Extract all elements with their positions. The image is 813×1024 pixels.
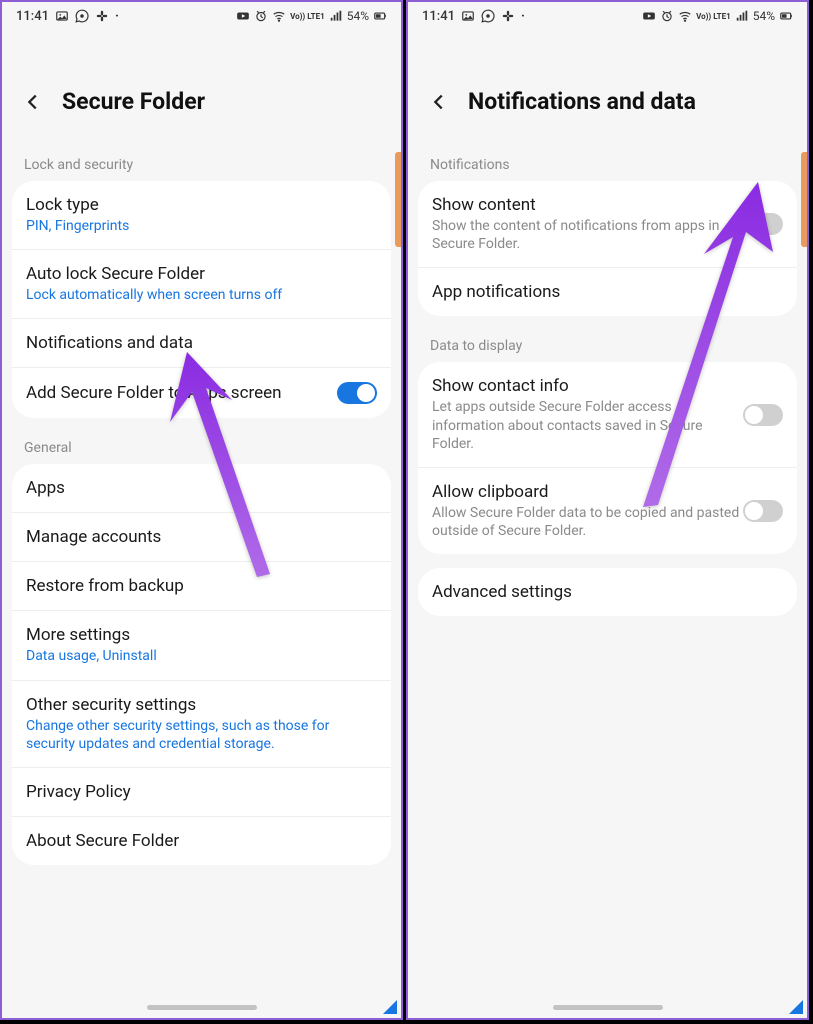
section-notifications: Notifications — [408, 115, 807, 181]
row-show-content[interactable]: Show content Show the content of notific… — [418, 181, 797, 268]
row-advanced-settings[interactable]: Advanced settings — [418, 568, 797, 616]
row-add-apps-screen[interactable]: Add Secure Folder to Apps screen — [12, 368, 391, 418]
page-title: Notifications and data — [468, 88, 696, 115]
battery-text: 54% — [753, 9, 775, 23]
corner-flag-icon — [789, 1000, 803, 1014]
phone-right: 11:41 · Vo)) LTE1 54% Notifications — [406, 0, 809, 1020]
signal-icon — [329, 9, 343, 23]
row-apps[interactable]: Apps — [12, 464, 391, 513]
manage-title: Manage accounts — [26, 527, 377, 547]
other-sub: Change other security settings, such as … — [26, 717, 377, 753]
edge-panel-handle[interactable] — [395, 152, 401, 247]
contact-title: Show contact info — [432, 376, 743, 396]
row-auto-lock[interactable]: Auto lock Secure Folder Lock automatical… — [12, 250, 391, 319]
page-header: Notifications and data — [408, 30, 807, 115]
card-general: Apps Manage accounts Restore from backup… — [12, 464, 391, 865]
status-bar: 11:41 · Vo)) LTE1 54% — [2, 2, 401, 30]
status-time: 11:41 — [16, 9, 49, 24]
wifi-icon — [678, 9, 692, 23]
about-title: About Secure Folder — [26, 831, 377, 851]
section-lock-security: Lock and security — [2, 115, 401, 181]
row-allow-clipboard[interactable]: Allow clipboard Allow Secure Folder data… — [418, 468, 797, 554]
battery-icon — [373, 9, 387, 23]
wifi-icon — [272, 9, 286, 23]
row-more-settings[interactable]: More settings Data usage, Uninstall — [12, 611, 391, 680]
battery-text: 54% — [347, 9, 369, 23]
row-app-notifications[interactable]: App notifications — [418, 268, 797, 316]
show-content-sub: Show the content of notifications from a… — [432, 217, 743, 253]
clipboard-title: Allow clipboard — [432, 482, 743, 502]
picture-icon — [55, 9, 69, 23]
show-content-toggle[interactable] — [743, 213, 783, 235]
section-data-display: Data to display — [408, 316, 807, 362]
card-data-display: Show contact info Let apps outside Secur… — [418, 362, 797, 554]
more-dot-icon: · — [521, 9, 525, 24]
clipboard-sub: Allow Secure Folder data to be copied an… — [432, 504, 743, 540]
card-lock-security: Lock type PIN, Fingerprints Auto lock Se… — [12, 181, 391, 418]
row-other-security[interactable]: Other security settings Change other sec… — [12, 681, 391, 768]
slack-icon — [95, 9, 109, 23]
row-lock-type[interactable]: Lock type PIN, Fingerprints — [12, 181, 391, 250]
card-notifications: Show content Show the content of notific… — [418, 181, 797, 316]
row-restore-backup[interactable]: Restore from backup — [12, 562, 391, 611]
contact-toggle[interactable] — [743, 404, 783, 426]
app-notif-title: App notifications — [432, 282, 783, 302]
auto-lock-title: Auto lock Secure Folder — [26, 264, 377, 284]
phone-left: 11:41 · Vo)) LTE1 54% Secure Folder — [0, 0, 403, 1020]
contact-sub: Let apps outside Secure Folder access in… — [432, 398, 743, 453]
corner-flag-icon — [383, 1000, 397, 1014]
status-bar: 11:41 · Vo)) LTE1 54% — [408, 2, 807, 30]
back-button[interactable] — [22, 91, 44, 113]
volte-icon: Vo)) LTE1 — [696, 12, 731, 21]
privacy-title: Privacy Policy — [26, 782, 377, 802]
row-notifications-data[interactable]: Notifications and data — [12, 319, 391, 368]
card-advanced: Advanced settings — [418, 568, 797, 616]
gesture-bar[interactable] — [147, 1005, 257, 1010]
whatsapp-icon — [75, 9, 89, 23]
gesture-bar[interactable] — [553, 1005, 663, 1010]
alarm-icon — [254, 9, 268, 23]
auto-lock-sub: Lock automatically when screen turns off — [26, 286, 377, 304]
apps-title: Apps — [26, 478, 377, 498]
youtube-icon — [236, 9, 250, 23]
lock-type-sub: PIN, Fingerprints — [26, 217, 377, 235]
row-show-contact[interactable]: Show contact info Let apps outside Secur… — [418, 362, 797, 468]
restore-title: Restore from backup — [26, 576, 377, 596]
battery-icon — [779, 9, 793, 23]
youtube-icon — [642, 9, 656, 23]
notif-data-title: Notifications and data — [26, 333, 377, 353]
picture-icon — [461, 9, 475, 23]
alarm-icon — [660, 9, 674, 23]
advanced-title: Advanced settings — [432, 582, 783, 602]
signal-icon — [735, 9, 749, 23]
edge-panel-handle[interactable] — [801, 152, 807, 247]
status-time: 11:41 — [422, 9, 455, 24]
row-about[interactable]: About Secure Folder — [12, 817, 391, 865]
back-button[interactable] — [428, 91, 450, 113]
add-apps-title: Add Secure Folder to Apps screen — [26, 383, 337, 403]
page-header: Secure Folder — [2, 30, 401, 115]
page-title: Secure Folder — [62, 88, 205, 115]
section-general: General — [2, 418, 401, 464]
row-privacy-policy[interactable]: Privacy Policy — [12, 768, 391, 817]
clipboard-toggle[interactable] — [743, 500, 783, 522]
whatsapp-icon — [481, 9, 495, 23]
more-title: More settings — [26, 625, 377, 645]
add-apps-toggle[interactable] — [337, 382, 377, 404]
volte-icon: Vo)) LTE1 — [290, 12, 325, 21]
slack-icon — [501, 9, 515, 23]
show-content-title: Show content — [432, 195, 743, 215]
more-dot-icon: · — [115, 9, 119, 24]
more-sub: Data usage, Uninstall — [26, 647, 377, 665]
lock-type-title: Lock type — [26, 195, 377, 215]
other-title: Other security settings — [26, 695, 377, 715]
row-manage-accounts[interactable]: Manage accounts — [12, 513, 391, 562]
